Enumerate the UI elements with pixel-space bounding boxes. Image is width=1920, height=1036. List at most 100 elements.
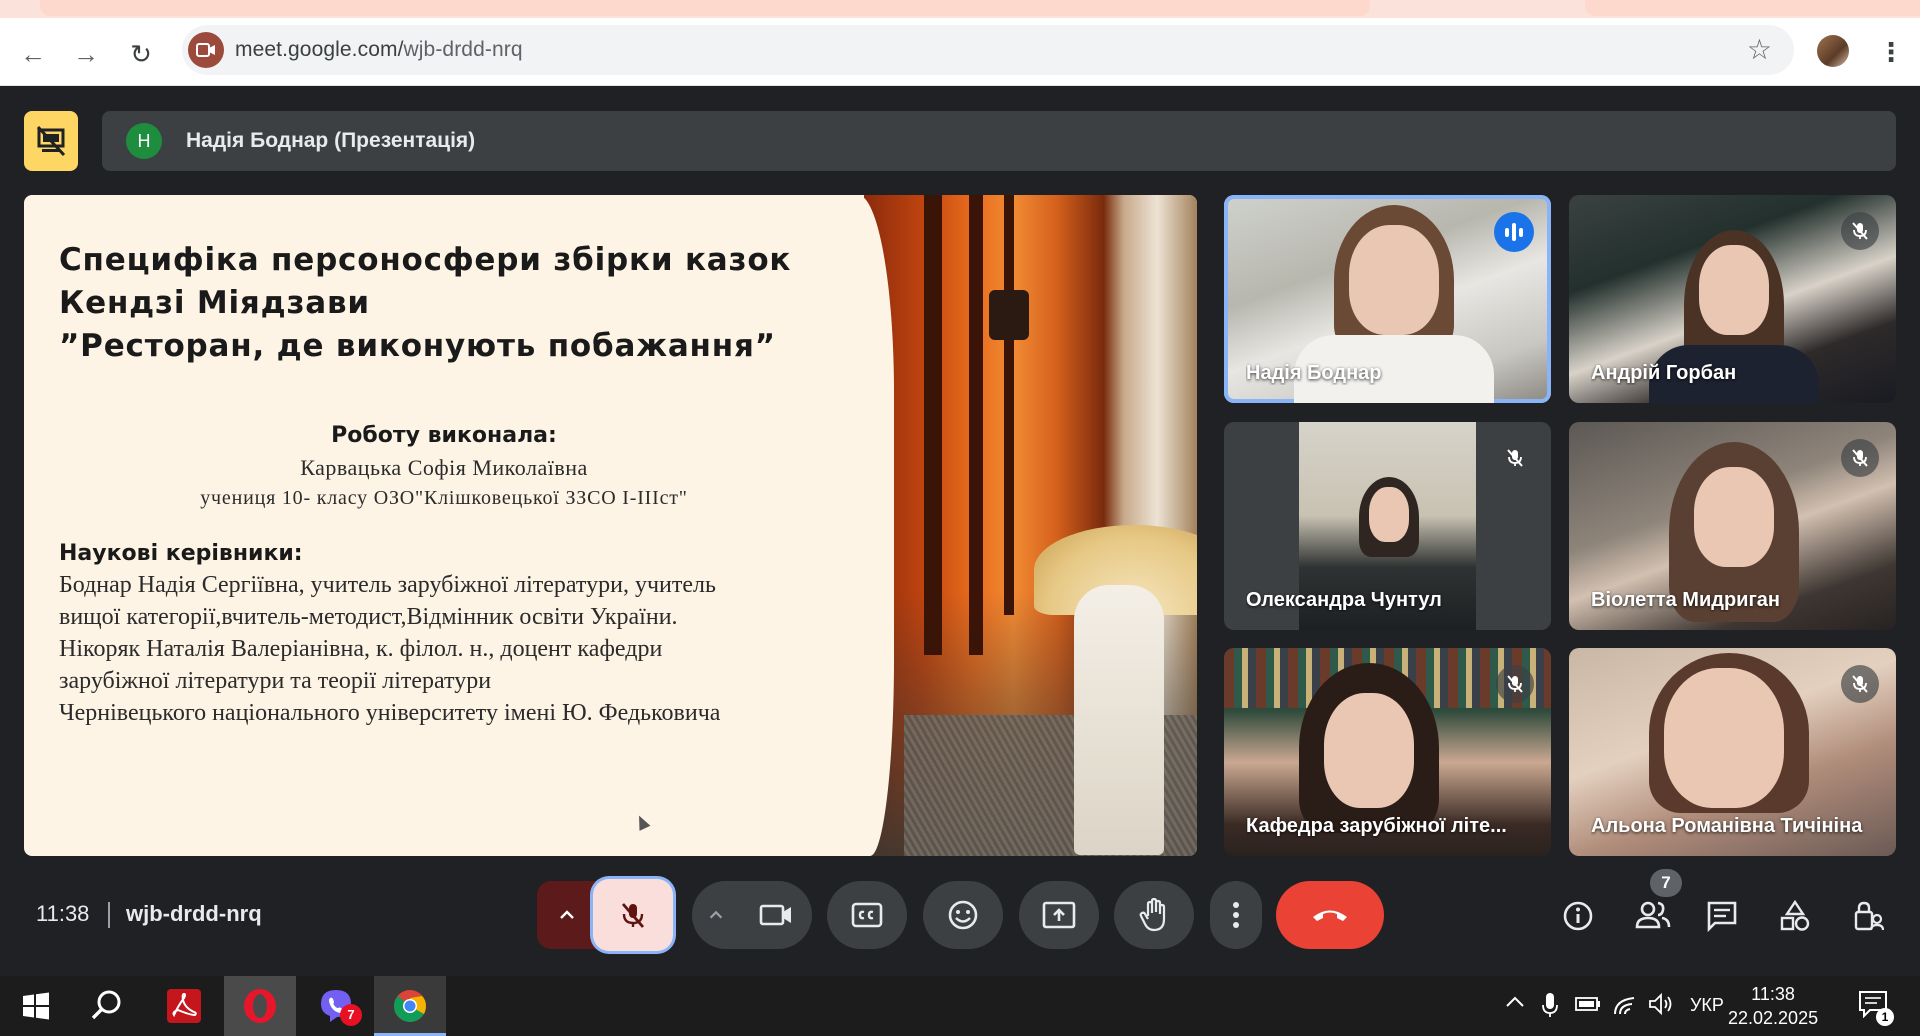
- tab-strip: [0, 0, 1920, 18]
- present-to-all-icon: [1042, 901, 1076, 929]
- mic-control-group: [537, 879, 673, 951]
- present-screen-button[interactable]: [1019, 881, 1099, 949]
- wifi-icon[interactable]: [1612, 992, 1638, 1021]
- reload-button[interactable]: ↻: [125, 38, 157, 70]
- url-host: meet.google.com/: [235, 38, 404, 61]
- chevron-up-icon: [560, 910, 574, 919]
- author-heading: Роботу виконала:: [331, 423, 557, 448]
- gate-pillar: [924, 195, 942, 655]
- taskbar-viber[interactable]: 7: [300, 976, 372, 1036]
- people-button[interactable]: [1631, 896, 1671, 936]
- captions-button[interactable]: [827, 881, 907, 949]
- supervisors-line: Боднар Надія Сергіївна, учитель зарубіжн…: [59, 572, 716, 598]
- supervisors-text: Боднар Надія Сергіївна, учитель зарубіжн…: [59, 569, 859, 729]
- lock-person-icon: [1854, 901, 1884, 931]
- call-end-icon: [1313, 910, 1347, 921]
- active-tab[interactable]: [40, 0, 1370, 16]
- activities-icon: [1780, 900, 1810, 931]
- author-name: Карвацька Софія Миколаївна: [300, 455, 588, 480]
- slide-title-line: Кендзі Міядзави: [59, 285, 370, 321]
- participant-name: Альона Романівна Тичініна: [1591, 815, 1863, 837]
- address-bar[interactable]: meet.google.com/wjb-drdd-nrq ☆: [182, 25, 1794, 75]
- tab[interactable]: [1585, 0, 1920, 16]
- torn-edge: [834, 195, 894, 856]
- slide-photo-torii-gates: [834, 195, 1197, 856]
- chat-button[interactable]: [1702, 896, 1742, 936]
- participant-tile[interactable]: Віолетта Мидриган: [1569, 422, 1896, 630]
- tray-clock[interactable]: 11:38 22.02.2025: [1728, 982, 1818, 1030]
- video-options-button[interactable]: [692, 881, 740, 949]
- audio-options-button[interactable]: [537, 881, 597, 949]
- participant-face: [1349, 225, 1439, 335]
- browser-menu-icon[interactable]: ⋮: [1878, 36, 1904, 68]
- author-block: Роботу виконала: Карвацька Софія Миколаї…: [24, 420, 864, 514]
- chevron-up-icon: [709, 910, 723, 919]
- host-controls-button[interactable]: [1848, 896, 1888, 936]
- leave-call-button[interactable]: [1276, 881, 1384, 949]
- meeting-code: wjb-drdd-nrq: [126, 901, 262, 926]
- tray-overflow-icon[interactable]: [1504, 994, 1526, 1015]
- meeting-details-button[interactable]: [1558, 896, 1598, 936]
- closed-caption-icon: [851, 902, 883, 928]
- author-school: учениця 10- класу ОЗО"Клішковецької ЗЗСО…: [200, 487, 688, 509]
- participant-tile[interactable]: Олександра Чунтул: [1224, 422, 1551, 630]
- search-button[interactable]: [72, 976, 144, 1036]
- videocam-icon: [759, 904, 791, 926]
- url-text[interactable]: meet.google.com/wjb-drdd-nrq: [235, 38, 523, 62]
- activities-button[interactable]: [1775, 896, 1815, 936]
- mic-off-icon: [1496, 665, 1534, 703]
- participant-tile[interactable]: Кафедра зарубіжної літе...: [1224, 648, 1551, 856]
- gate-pillar: [969, 195, 983, 655]
- supervisors-heading: Наукові керівники:: [59, 541, 303, 566]
- mic-off-icon: [1841, 212, 1879, 250]
- slide-title-line: ”Ресторан, де виконують побажання”: [59, 328, 776, 364]
- windows-logo-icon: [23, 992, 49, 1020]
- start-button[interactable]: [0, 976, 72, 1036]
- profile-avatar[interactable]: [1817, 35, 1849, 67]
- taskbar-acrobat[interactable]: [148, 976, 220, 1036]
- presentation-slide: Специфіка персоносфери збірки казок Кенд…: [24, 195, 1197, 856]
- raise-hand-button[interactable]: [1114, 881, 1194, 949]
- opera-app-icon: [244, 989, 276, 1023]
- walking-figure: [1074, 585, 1164, 855]
- bookmark-star-icon[interactable]: ☆: [1747, 34, 1772, 66]
- more-options-button[interactable]: [1210, 881, 1262, 949]
- taskbar-opera[interactable]: [224, 976, 296, 1036]
- stop-presenting-button[interactable]: [24, 111, 78, 171]
- participant-face: [1694, 467, 1774, 567]
- microphone-tray-icon[interactable]: [1542, 992, 1558, 1023]
- people-count-badge: 7: [1650, 869, 1682, 897]
- volume-icon[interactable]: [1648, 992, 1674, 1021]
- participant-tile[interactable]: Альона Романівна Тичініна: [1569, 648, 1896, 856]
- back-button[interactable]: ←: [17, 38, 49, 70]
- meet-stage: Н Надія Боднар (Презентація) Специфіка п…: [0, 86, 1920, 976]
- participant-name: Андрій Горбан: [1591, 362, 1737, 384]
- battery-icon[interactable]: [1575, 995, 1601, 1018]
- windows-taskbar: 7 УКР 11:38 22.02.2025 1: [0, 976, 1920, 1036]
- people-icon: [1635, 901, 1671, 929]
- slide-title-line: Специфіка персоносфери збірки казок: [59, 242, 792, 278]
- camera-toggle-button[interactable]: [740, 881, 812, 949]
- participant-name: Надія Боднар: [1246, 362, 1382, 384]
- site-info-icon[interactable]: [188, 32, 224, 68]
- gate-pillar: [1004, 195, 1014, 615]
- mic-off-icon: [1841, 439, 1879, 477]
- mic-toggle-button[interactable]: [593, 879, 673, 951]
- forward-button[interactable]: →: [70, 38, 102, 70]
- reactions-button[interactable]: [923, 881, 1003, 949]
- tray-time: 11:38: [1751, 984, 1795, 1004]
- participant-tile[interactable]: Надія Боднар: [1224, 195, 1551, 403]
- pdf-app-icon: [167, 989, 201, 1023]
- presenter-avatar: Н: [126, 123, 162, 159]
- more-vert-icon: [1233, 902, 1239, 928]
- chat-icon: [1707, 901, 1737, 932]
- info-icon: [1563, 901, 1593, 931]
- supervisors-line: вищої категорії,вчитель-методист,Відмінн…: [59, 604, 678, 630]
- participant-tile[interactable]: Андрій Горбан: [1569, 195, 1896, 403]
- search-icon: [91, 990, 121, 1020]
- mic-off-icon: [1841, 665, 1879, 703]
- tray-date: 22.02.2025: [1728, 1008, 1819, 1028]
- taskbar-chrome[interactable]: [374, 976, 446, 1036]
- participant-name: Кафедра зарубіжної літе...: [1246, 815, 1507, 837]
- language-indicator[interactable]: УКР: [1690, 995, 1724, 1016]
